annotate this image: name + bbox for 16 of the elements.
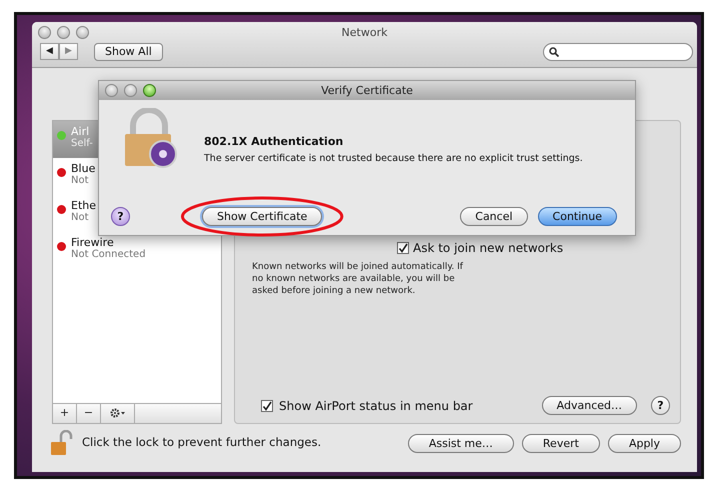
description-text: Known networks will be joined automatically. If no known networks are available, you will be asked before joining a new network. [252,261,464,297]
service-name: Blue [71,162,96,175]
service-name: Airl [71,125,90,138]
service-name: Firewire [71,236,115,249]
dialog-message: The server certificate is not trusted because there are no explicit trust settings. [204,153,584,165]
service-status: Not [71,175,90,187]
dialog-heading: 802.1X Authentication [204,134,344,150]
service-status: Self- [71,138,93,150]
window-title: Network [342,25,388,41]
service-name: Ethe [71,199,96,212]
checkbox-label: Ask to join new networks [413,240,564,257]
service-status: Not Connected [71,249,146,261]
service-status: Not [71,212,90,224]
lock-text: Click the lock to prevent further changes. [82,434,322,452]
checkbox-label: Show AirPort status in menu bar [279,398,473,414]
dialog-title: Verify Certificate [321,84,413,97]
